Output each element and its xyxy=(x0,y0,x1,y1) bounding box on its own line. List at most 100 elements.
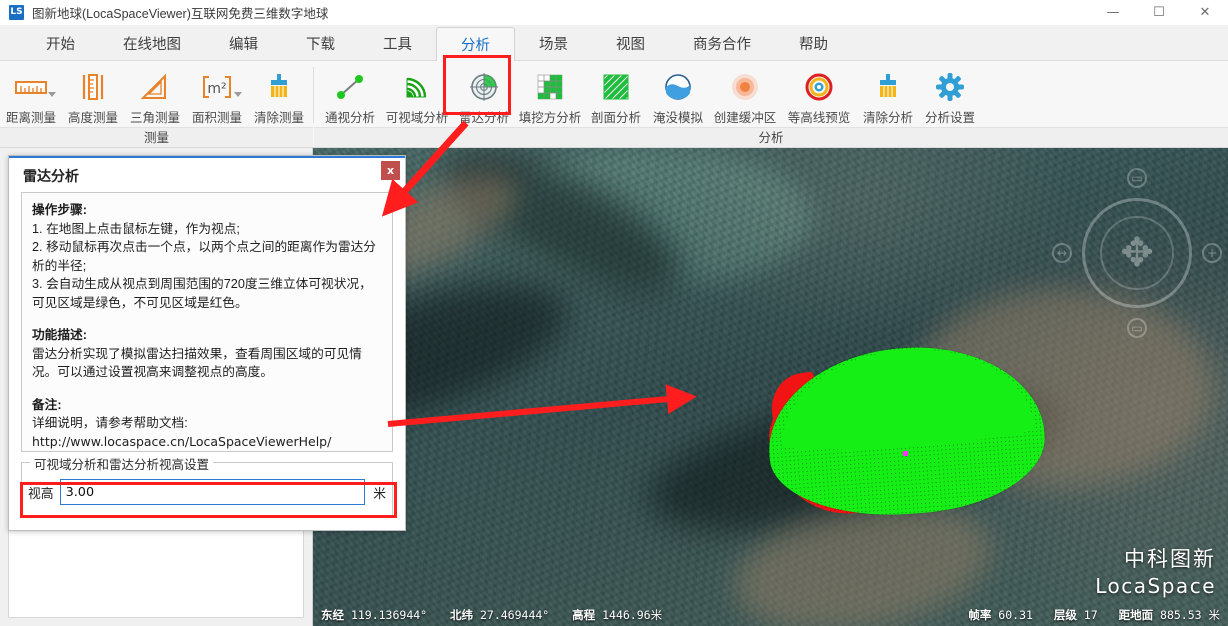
menu-tab-start[interactable]: 开始 xyxy=(22,25,99,61)
ribbon-button-height-measure[interactable]: 高度测量 xyxy=(62,65,124,126)
help-steps-heading: 操作步骤: xyxy=(32,201,382,220)
ribbon-button-label: 清除分析 xyxy=(863,107,913,126)
menu-tab-tools[interactable]: 工具 xyxy=(359,25,436,61)
help-step-3: 3. 会自动生成从视点到周围范围的720度三维立体可视状况，可见区域是绿色，不可… xyxy=(32,275,382,312)
map-3d-viewport[interactable]: ✥ ↔ + ▭ ▭ 中科图新 LocaSpace 东经 119.136944° … xyxy=(313,148,1228,626)
dialog-title: 雷达分析 xyxy=(23,166,79,186)
menu-bar: 开始 在线地图 编辑 下载 工具 分析 场景 视图 商务合作 帮助 xyxy=(0,25,1228,61)
window-controls: — ☐ ✕ xyxy=(1090,0,1228,25)
ribbon-button-label: 三角测量 xyxy=(130,107,180,126)
ribbon-button-buffer-zone[interactable]: 创建缓冲区 xyxy=(709,65,781,126)
contour-preview-icon xyxy=(804,69,834,105)
ribbon-button-label: 淹没模拟 xyxy=(653,107,703,126)
app-title: 图新地球(LocaSpaceViewer)互联网免费三维数字地球 xyxy=(32,3,328,22)
menu-tabs: 开始 在线地图 编辑 下载 工具 分析 场景 视图 商务合作 帮助 xyxy=(0,25,1228,61)
menu-tab-online-map[interactable]: 在线地图 xyxy=(99,25,205,61)
chevron-down-icon[interactable] xyxy=(48,92,56,97)
status-fps-label: 帧率 xyxy=(968,608,991,622)
ribbon-button-clear-measure[interactable]: 清除测量 xyxy=(248,65,310,126)
ribbon-button-contour-preview[interactable]: 等高线预览 xyxy=(781,65,857,126)
menu-tab-view[interactable]: 视图 xyxy=(592,25,669,61)
ribbon-button-label: 距离测量 xyxy=(6,107,56,126)
ribbon-button-line-of-sight[interactable]: 通视分析 xyxy=(319,65,381,126)
help-desc-body: 雷达分析实现了模拟雷达扫描效果，查看周围区域的可见情况。可以通过设置视高来调整视… xyxy=(32,345,382,382)
ribbon-button-label: 通视分析 xyxy=(325,107,375,126)
status-latitude: 北纬 27.469444° xyxy=(450,608,549,622)
status-ground-distance-value: 885.53 米 xyxy=(1160,608,1220,622)
dialog-accent-bar xyxy=(9,156,405,158)
tilt-up-icon[interactable]: ▭ xyxy=(1127,168,1147,188)
ribbon-button-label: 填挖方分析 xyxy=(519,107,582,126)
title-bar: LS 图新地球(LocaSpaceViewer)互联网免费三维数字地球 — ☐ … xyxy=(0,0,1228,25)
ribbon-button-radar-analysis[interactable]: 雷达分析 xyxy=(453,65,515,126)
zoom-in-icon[interactable]: + xyxy=(1202,243,1222,263)
view-height-input[interactable] xyxy=(60,479,366,505)
ribbon-button-label: 雷达分析 xyxy=(459,107,509,126)
svg-text:m²: m² xyxy=(207,81,226,97)
profile-hatch-icon xyxy=(602,69,630,105)
status-ground-distance-label: 距地面 xyxy=(1119,608,1154,622)
menu-tab-scene[interactable]: 场景 xyxy=(515,25,592,61)
ribbon-button-label: 分析设置 xyxy=(925,107,975,126)
gear-icon xyxy=(935,69,965,105)
status-longitude-value: 119.136944° xyxy=(351,608,427,622)
ribbon-button-label: 剖面分析 xyxy=(591,107,641,126)
menu-tab-help[interactable]: 帮助 xyxy=(775,25,852,61)
ribbon-button-analysis-settings[interactable]: 分析设置 xyxy=(919,65,981,126)
ribbon-button-label: 高度测量 xyxy=(68,107,118,126)
ribbon-button-profile-analysis[interactable]: 剖面分析 xyxy=(585,65,647,126)
menu-tab-download[interactable]: 下载 xyxy=(282,25,359,61)
radar-icon xyxy=(469,69,499,105)
ribbon-button-label: 可视域分析 xyxy=(386,107,449,126)
ribbon-group-measure-items: 距离测量 高度测量 xyxy=(0,61,313,127)
help-note-body: 详细说明，请参考帮助文档: xyxy=(32,414,382,433)
eraser-brush-icon xyxy=(875,69,901,105)
ribbon-button-area-measure[interactable]: m² 面积测量 xyxy=(186,65,248,126)
spacer xyxy=(32,382,382,396)
ribbon-button-triangle-measure[interactable]: 三角测量 xyxy=(124,65,186,126)
ribbon-button-cut-fill[interactable]: 填挖方分析 xyxy=(515,65,585,126)
help-step-1: 1. 在地图上点击鼠标左键，作为视点; xyxy=(32,220,382,239)
dialog-close-button[interactable]: x xyxy=(381,161,400,180)
eraser-brush-icon xyxy=(266,69,292,105)
close-button[interactable]: ✕ xyxy=(1182,0,1228,25)
minimize-button[interactable]: — xyxy=(1090,0,1136,25)
view-height-fieldset: 可视域分析和雷达分析视高设置 视高 米 xyxy=(21,462,393,518)
status-longitude-label: 东经 xyxy=(321,608,344,622)
menu-tab-business[interactable]: 商务合作 xyxy=(669,25,775,61)
status-bar: 东经 119.136944° 北纬 27.469444° 高程 1446.96米… xyxy=(313,604,1228,626)
chevron-down-icon[interactable] xyxy=(234,92,242,97)
navigation-compass[interactable]: ✥ ↔ + ▭ ▭ xyxy=(1082,198,1192,308)
ribbon-button-label: 面积测量 xyxy=(192,107,242,126)
maximize-button[interactable]: ☐ xyxy=(1136,0,1182,25)
status-level-value: 17 xyxy=(1084,608,1098,622)
cut-fill-grid-icon xyxy=(536,69,564,105)
rotate-left-icon[interactable]: ↔ xyxy=(1052,243,1072,263)
spacer xyxy=(32,312,382,326)
ribbon-button-clear-analysis[interactable]: 清除分析 xyxy=(857,65,919,126)
ribbon-button-viewshed[interactable]: 可视域分析 xyxy=(381,65,453,126)
ribbon-button-label: 创建缓冲区 xyxy=(714,107,777,126)
tilt-down-icon[interactable]: ▭ xyxy=(1127,318,1147,338)
ribbon-toolbar: 距离测量 高度测量 xyxy=(0,61,1228,148)
menu-tab-edit[interactable]: 编辑 xyxy=(205,25,282,61)
radar-analysis-dialog[interactable]: 雷达分析 x 操作步骤: 1. 在地图上点击鼠标左键，作为视点; 2. 移动鼠标… xyxy=(8,155,406,531)
ribbon-group-label-analysis: 分析 xyxy=(314,127,1228,147)
ruler-icon xyxy=(14,69,48,105)
ribbon-group-analysis: 通视分析 可视域分析 xyxy=(314,61,1228,147)
flood-simulation-icon xyxy=(663,69,693,105)
view-height-fieldset-legend: 可视域分析和雷达分析视高设置 xyxy=(30,454,213,473)
view-height-row: 视高 米 xyxy=(28,479,386,505)
terrain-ridge xyxy=(493,148,813,288)
line-of-sight-icon xyxy=(335,69,365,105)
view-height-unit: 米 xyxy=(373,483,386,502)
pan-arrows-icon[interactable]: ✥ xyxy=(1110,226,1164,280)
ribbon-button-flood-simulation[interactable]: 淹没模拟 xyxy=(647,65,709,126)
help-note-url[interactable]: http://www.locaspace.cn/LocaSpaceViewerH… xyxy=(32,433,382,452)
status-fps: 帧率 60.31 xyxy=(968,608,1033,622)
status-ground-distance: 距地面 885.53 米 xyxy=(1119,608,1220,622)
menu-tab-analysis[interactable]: 分析 xyxy=(436,27,515,62)
status-bar-left: 东经 119.136944° 北纬 27.469444° 高程 1446.96米 xyxy=(321,607,678,623)
dialog-help-text: 操作步骤: 1. 在地图上点击鼠标左键，作为视点; 2. 移动鼠标再次点击一个点… xyxy=(21,192,393,452)
ribbon-button-distance-measure[interactable]: 距离测量 xyxy=(0,65,62,126)
